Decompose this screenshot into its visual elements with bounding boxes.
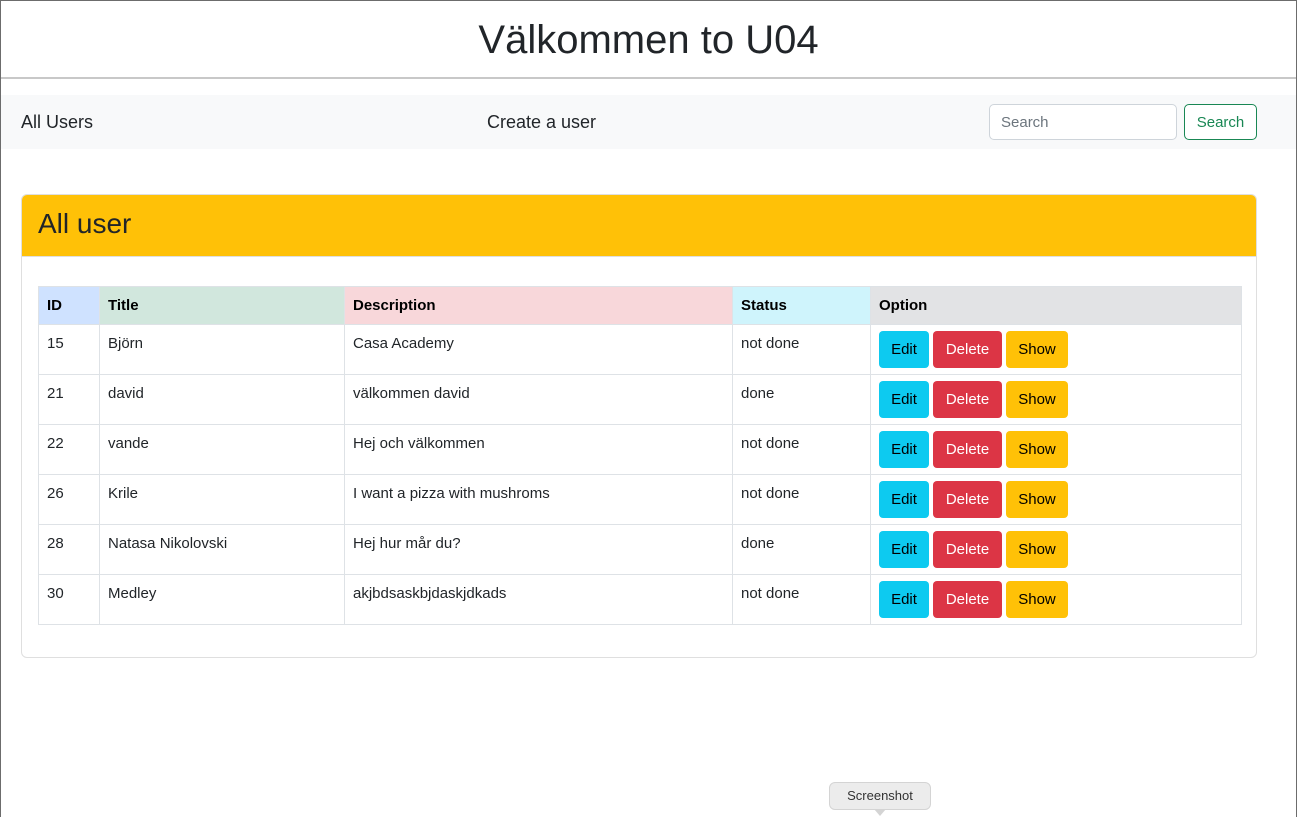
edit-button[interactable]: Edit	[879, 581, 929, 618]
cell-title: Natasa Nikolovski	[99, 524, 345, 575]
cell-options: Edit Delete Show	[870, 574, 1242, 625]
cell-title: Björn	[99, 324, 345, 375]
cell-status: not done	[732, 574, 871, 625]
screenshot-tooltip: Screenshot	[829, 782, 931, 810]
column-header-description: Description	[344, 286, 733, 325]
cell-id: 21	[38, 374, 100, 425]
cell-options: Edit Delete Show	[870, 424, 1242, 475]
cell-options: Edit Delete Show	[870, 524, 1242, 575]
show-button[interactable]: Show	[1006, 481, 1068, 518]
cell-status: not done	[732, 424, 871, 475]
table-row: 28 Natasa Nikolovski Hej hur mår du? done Ed…	[38, 524, 1242, 575]
page-title: Välkommen to U04	[1, 1, 1296, 79]
edit-button[interactable]: Edit	[879, 531, 929, 568]
table-row: 22 vande Hej och välkommen not done Edit Dele…	[38, 424, 1242, 475]
search-button[interactable]: Search	[1184, 104, 1257, 140]
cell-title: Krile	[99, 474, 345, 525]
column-header-status: Status	[732, 286, 871, 325]
page: Välkommen to U04 All Users Create a user…	[0, 0, 1297, 817]
delete-button[interactable]: Delete	[933, 481, 1002, 518]
cell-status: done	[732, 524, 871, 575]
edit-button[interactable]: Edit	[879, 481, 929, 518]
edit-button[interactable]: Edit	[879, 381, 929, 418]
cell-status: not done	[732, 474, 871, 525]
search-input[interactable]	[989, 104, 1177, 140]
show-button[interactable]: Show	[1006, 331, 1068, 368]
show-button[interactable]: Show	[1006, 381, 1068, 418]
cell-id: 26	[38, 474, 100, 525]
cell-options: Edit Delete Show	[870, 324, 1242, 375]
cell-description: välkommen david	[344, 374, 733, 425]
cell-status: done	[732, 374, 871, 425]
cell-id: 28	[38, 524, 100, 575]
cell-description: akjbdsaskbjdaskjdkads	[344, 574, 733, 625]
table-header-row: ID Title Description Status Option	[38, 286, 1242, 325]
show-button[interactable]: Show	[1006, 531, 1068, 568]
cell-title: vande	[99, 424, 345, 475]
table-row: 21 david välkommen david done Edit Delete Show	[38, 374, 1242, 425]
edit-button[interactable]: Edit	[879, 431, 929, 468]
delete-button[interactable]: Delete	[933, 531, 1002, 568]
table-row: 30 Medley akjbdsaskbjdaskjdkads not done Edi…	[38, 574, 1242, 625]
delete-button[interactable]: Delete	[933, 581, 1002, 618]
table-body: 15 Björn Casa Academy not done Edit Delete Sho…	[38, 324, 1242, 625]
cell-id: 15	[38, 324, 100, 375]
delete-button[interactable]: Delete	[933, 331, 1002, 368]
cell-id: 22	[38, 424, 100, 475]
nav-all-users-link[interactable]: All Users	[21, 95, 93, 149]
delete-button[interactable]: Delete	[933, 431, 1002, 468]
column-header-id: ID	[38, 286, 100, 325]
tooltip-arrow	[874, 809, 886, 816]
navbar: All Users Create a user Search	[1, 95, 1296, 149]
cell-description: Casa Academy	[344, 324, 733, 375]
show-button[interactable]: Show	[1006, 431, 1068, 468]
nav-create-user-link[interactable]: Create a user	[487, 95, 596, 149]
column-header-option: Option	[870, 286, 1242, 325]
delete-button[interactable]: Delete	[933, 381, 1002, 418]
edit-button[interactable]: Edit	[879, 331, 929, 368]
column-header-title: Title	[99, 286, 345, 325]
cell-title: david	[99, 374, 345, 425]
cell-status: not done	[732, 324, 871, 375]
users-card: All user ID Title Description Status Opt…	[21, 194, 1257, 658]
show-button[interactable]: Show	[1006, 581, 1068, 618]
cell-id: 30	[38, 574, 100, 625]
table-row: 15 Björn Casa Academy not done Edit Delete Sho…	[38, 324, 1242, 375]
cell-options: Edit Delete Show	[870, 374, 1242, 425]
card-title: All user	[22, 195, 1256, 257]
cell-description: I want a pizza with mushroms	[344, 474, 733, 525]
users-table-wrapper: ID Title Description Status Option 15 Bjö…	[38, 286, 1242, 625]
cell-description: Hej och välkommen	[344, 424, 733, 475]
table-row: 26 Krile I want a pizza with mushroms not d…	[38, 474, 1242, 525]
cell-description: Hej hur mår du?	[344, 524, 733, 575]
cell-title: Medley	[99, 574, 345, 625]
users-table: ID Title Description Status Option 15 Bjö…	[38, 286, 1242, 625]
cell-options: Edit Delete Show	[870, 474, 1242, 525]
